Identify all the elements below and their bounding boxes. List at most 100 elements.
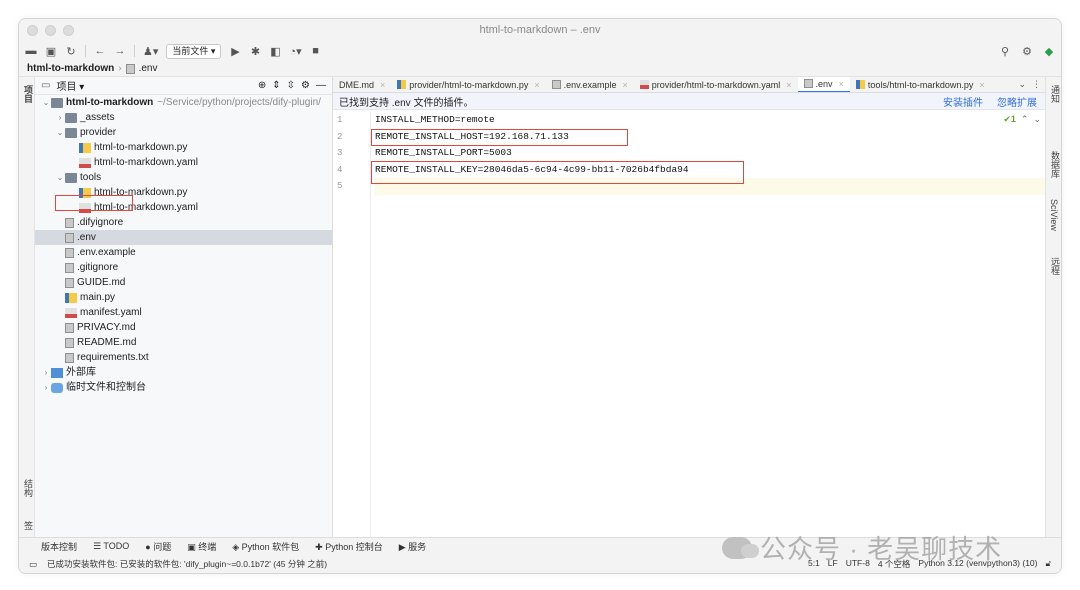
expand-all-icon[interactable]: ⇕ [272, 80, 280, 91]
remote-tool-button[interactable]: 远程 [1049, 257, 1061, 275]
code-line[interactable]: INSTALL_METHOD=remote [375, 112, 1045, 129]
tree-item-label: .gitignore [77, 262, 119, 273]
close-tab-icon[interactable]: × [380, 80, 385, 90]
editor-tab[interactable]: provider/html-to-markdown.yaml × [634, 77, 798, 92]
tree-item[interactable]: .difyignore [35, 215, 332, 230]
breadcrumb-project[interactable]: html-to-markdown [27, 63, 114, 74]
ide-window: html-to-markdown – .env ▬ ▣ ↻ ← → ♟▾ 当前文… [18, 18, 1062, 574]
tree-item[interactable]: html-to-markdown.py [35, 140, 332, 155]
tree-item-label: _assets [80, 112, 115, 123]
lock-icon[interactable]: 🔓︎ [1045, 558, 1051, 570]
bottom-tool-button[interactable]: ☰ TODO [93, 541, 129, 552]
bottom-tool-button[interactable]: ◈ Python 软件包 [232, 540, 299, 553]
stop-icon[interactable]: ■ [310, 45, 322, 57]
tmp-file-icon [51, 382, 63, 393]
open-folder-icon[interactable]: ▬ [25, 45, 37, 57]
close-tab-icon[interactable]: × [839, 79, 844, 89]
tree-item[interactable]: PRIVACY.md [35, 320, 332, 335]
code-editor[interactable]: 1 2 3 4 5 INSTALL_METHOD=remote REMOTE_INSTAL… [333, 112, 1045, 537]
hide-icon[interactable]: — [316, 80, 326, 91]
editor-tab[interactable]: DME.md × [333, 77, 391, 92]
tree-item[interactable]: .env [35, 230, 332, 245]
tree-item[interactable]: html-to-markdown.yaml [35, 155, 332, 170]
editor-tab[interactable]: provider/html-to-markdown.py × [391, 77, 545, 92]
tree-item[interactable]: › 临时文件和控制台 [35, 380, 332, 395]
tree-item[interactable]: ⌄ provider [35, 125, 332, 140]
close-tab-icon[interactable]: × [979, 80, 984, 90]
save-icon[interactable]: ▣ [45, 45, 57, 58]
tree-item[interactable]: ⌄ tools [35, 170, 332, 185]
tree-item[interactable]: main.py [35, 290, 332, 305]
tree-item[interactable]: .gitignore [35, 260, 332, 275]
project-view-select[interactable]: 项目 ▾ [56, 78, 84, 93]
run-icon[interactable]: ▶ [229, 45, 241, 58]
ide-logo-icon[interactable]: ◆ [1043, 45, 1055, 58]
gear-icon[interactable]: ⚙ [301, 80, 310, 91]
tree-item[interactable]: README.md [35, 335, 332, 350]
editor-tab[interactable]: tools/html-to-markdown.py × [850, 77, 991, 92]
code-line[interactable]: REMOTE_INSTALL_PORT=5003 [375, 145, 1045, 162]
locate-icon[interactable]: ⊕ [258, 80, 266, 91]
line-number-gutter: 1 2 3 4 5 [333, 112, 371, 537]
tab-label: provider/html-to-markdown.yaml [651, 79, 781, 90]
editor-tab[interactable]: .env × [797, 77, 850, 92]
line-number: 2 [337, 131, 343, 142]
gear-icon[interactable]: ⚙ [1021, 45, 1033, 58]
debug-icon[interactable]: ✱ [249, 45, 261, 58]
chevron-right-icon[interactable]: › [41, 365, 51, 380]
bottom-tool-button[interactable]: ▶ 服务 [399, 540, 426, 553]
tree-item[interactable]: requirements.txt [35, 350, 332, 365]
txt-file-icon [65, 217, 74, 228]
chevron-down-icon[interactable]: ⌄ [41, 95, 51, 110]
structure-tool-button[interactable]: 结构 [22, 479, 35, 497]
search-icon[interactable]: ⚲ [999, 45, 1011, 58]
chevron-right-icon[interactable]: › [55, 110, 65, 125]
run-config-select[interactable]: 当前文件 ▾ [166, 43, 222, 59]
collapse-all-icon[interactable]: ⇳ [287, 80, 295, 91]
tree-item-label: requirements.txt [77, 352, 149, 363]
coverage-icon[interactable]: ◧ [269, 45, 281, 58]
project-tool-button[interactable]: 项目 [22, 85, 35, 103]
profile-icon[interactable]: ◔▾ [289, 45, 301, 58]
chevron-down-icon[interactable]: ⌄ [55, 125, 65, 140]
inspection-count[interactable]: ✔1 [1003, 114, 1016, 125]
tree-item[interactable]: GUIDE.md [35, 275, 332, 290]
sync-icon[interactable]: ↻ [65, 45, 77, 58]
breadcrumb-file[interactable]: .env [139, 63, 158, 74]
tree-item[interactable]: › _assets [35, 110, 332, 125]
lib-file-icon [51, 367, 63, 378]
tree-item[interactable]: .env.example [35, 245, 332, 260]
more-options-icon[interactable]: ⋮ [1032, 79, 1041, 90]
close-tab-icon[interactable]: × [786, 80, 791, 90]
user-icon[interactable]: ♟▾ [143, 45, 158, 58]
bottom-tool-button[interactable]: ✚ Python 控制台 [315, 540, 383, 553]
tree-item[interactable]: › 外部库 [35, 365, 332, 380]
line-number: 5 [337, 181, 343, 191]
notifications-tool-button[interactable]: 通知 [1049, 85, 1061, 103]
ignore-extension-link[interactable]: 忽略扩展 [997, 94, 1037, 109]
editor-tab[interactable]: .env.example × [546, 77, 634, 92]
sciview-tool-button[interactable]: SciView [1049, 199, 1059, 231]
close-tab-icon[interactable]: × [622, 80, 627, 90]
chevron-down-icon[interactable]: ⌄ [55, 170, 65, 185]
chevron-down-icon[interactable]: ⌄ [1033, 114, 1041, 125]
bottom-tool-button[interactable]: ● 问题 [145, 540, 171, 553]
tree-item[interactable]: manifest.yaml [35, 305, 332, 320]
forward-icon[interactable]: → [114, 45, 126, 57]
tree-item[interactable]: ⌄ html-to-markdown ~/Service/python/projec… [35, 95, 332, 110]
inspection-widget[interactable]: ✔1 ⌃ ⌄ [1003, 114, 1041, 125]
py-file-icon [79, 142, 91, 153]
window-title: html-to-markdown – .env [479, 24, 601, 36]
bottom-tool-button[interactable]: 版本控制 [41, 540, 77, 553]
env-file-highlight-box [55, 195, 133, 211]
chevron-up-icon[interactable]: ⌃ [1021, 114, 1029, 125]
chevron-right-icon[interactable]: › [41, 380, 51, 395]
status-panel-icon[interactable]: ▭ [29, 559, 37, 570]
back-icon[interactable]: ← [94, 45, 106, 57]
chevron-down-icon[interactable]: ⌄ [1018, 79, 1026, 90]
bottom-tool-button[interactable]: ▣ 终端 [187, 540, 216, 553]
database-tool-button[interactable]: 数据库 [1049, 151, 1061, 178]
txt-file-icon [551, 80, 561, 89]
close-tab-icon[interactable]: × [534, 80, 539, 90]
install-plugin-link[interactable]: 安装插件 [943, 94, 983, 109]
